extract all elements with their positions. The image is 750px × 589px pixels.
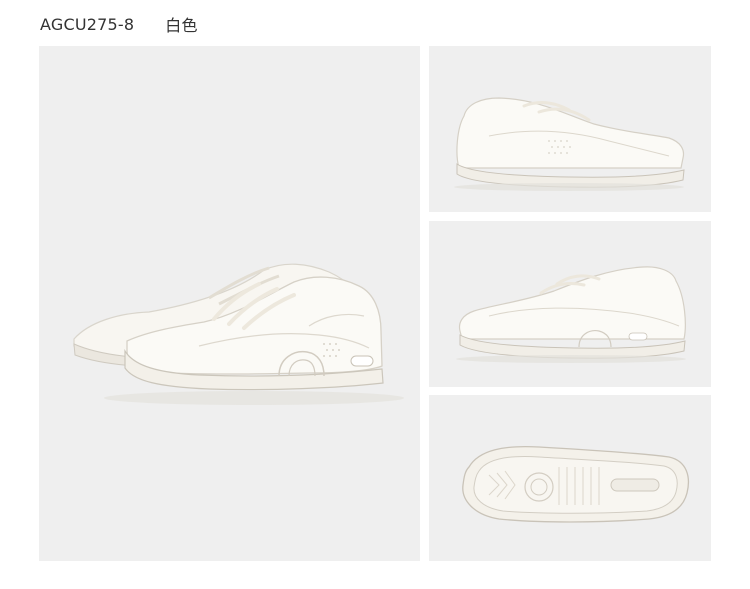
side-image-outsole[interactable] — [429, 395, 711, 561]
main-product-image[interactable] — [39, 46, 420, 561]
side-image-lateral[interactable] — [429, 46, 711, 212]
sneaker-side-image — [456, 266, 686, 363]
product-header: AGCU275-8 白色 — [40, 12, 198, 36]
model-code: AGCU275-8 — [40, 14, 135, 34]
sneaker-pair-image — [73, 263, 404, 405]
color-name: 白色 — [165, 16, 198, 35]
side-image-medial[interactable] — [429, 221, 711, 387]
sneaker-side-image — [454, 97, 685, 191]
sneaker-sole-image — [462, 445, 690, 523]
